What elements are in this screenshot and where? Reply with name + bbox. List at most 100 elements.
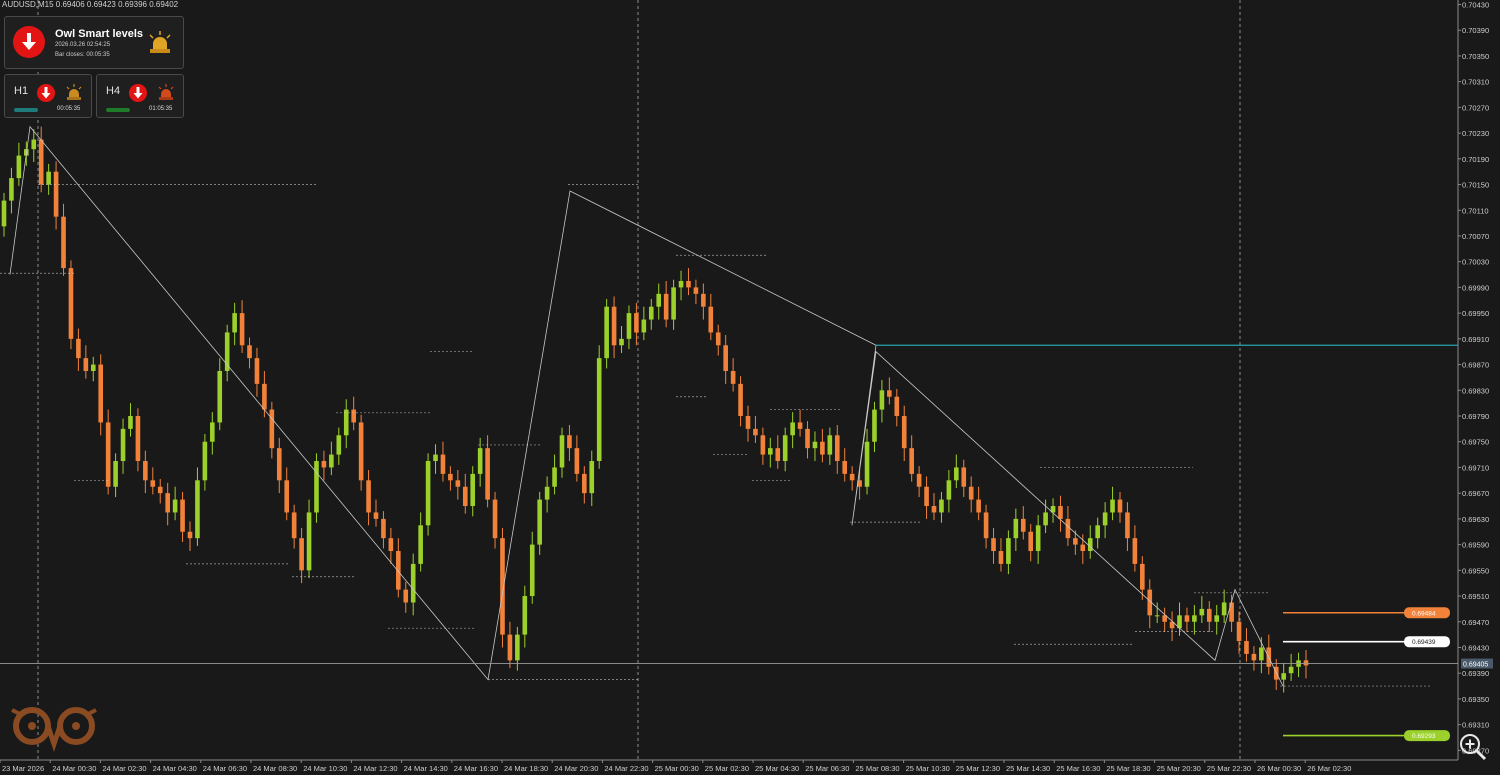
zoom-icon[interactable] — [1458, 732, 1488, 762]
candle-body — [1058, 506, 1063, 519]
candle-body — [812, 441, 818, 449]
y-tick-label: 0.69510 — [1462, 592, 1489, 601]
candle-body — [827, 435, 833, 455]
candle-body — [849, 473, 855, 481]
candle-body — [396, 551, 401, 590]
candle-body — [745, 416, 751, 429]
x-tick-label: 25 Mar 18:30 — [1106, 764, 1150, 773]
smart-level-label: 0.69439 — [1412, 639, 1436, 646]
x-tick-label: 24 Mar 12:30 — [353, 764, 397, 773]
x-tick-label: 24 Mar 00:30 — [52, 764, 96, 773]
x-tick-label: 25 Mar 02:30 — [705, 764, 749, 773]
timeframe-card-h4[interactable]: H4 01:05:35 — [96, 74, 184, 118]
candle-body — [931, 506, 937, 513]
x-tick-label: 26 Mar 00:30 — [1257, 764, 1301, 773]
direction-badge — [37, 84, 55, 102]
candle-body — [90, 364, 96, 371]
candle-body — [1303, 660, 1309, 666]
y-tick-label: 0.69790 — [1462, 412, 1489, 421]
x-tick-label: 24 Mar 02:30 — [102, 764, 146, 773]
down-arrow-icon — [133, 87, 143, 99]
candle-body — [1020, 518, 1026, 532]
candle-body — [1117, 499, 1123, 513]
x-tick-label: 24 Mar 22:30 — [604, 764, 648, 773]
y-tick-label: 0.70270 — [1462, 103, 1489, 112]
candle-body — [388, 538, 394, 552]
candle-body — [314, 461, 319, 513]
candle-body — [98, 364, 104, 423]
candle-body — [381, 518, 386, 539]
siren-icon[interactable] — [157, 84, 175, 102]
panel-title: Owl Smart levels — [55, 28, 144, 40]
candle-body — [269, 409, 275, 449]
candle-body — [544, 486, 550, 500]
candle-body — [485, 448, 490, 500]
y-tick-label: 0.69430 — [1462, 643, 1489, 652]
y-tick-label: 0.69710 — [1462, 463, 1489, 472]
candle-body — [299, 538, 304, 571]
candle-body — [477, 448, 483, 474]
candle-body — [1, 200, 7, 227]
candle-body — [232, 313, 237, 333]
progress-bar — [106, 108, 130, 112]
candle-body — [864, 441, 870, 487]
candle-body — [1206, 608, 1212, 622]
x-tick-label: 24 Mar 10:30 — [303, 764, 347, 773]
candle-body — [143, 461, 148, 481]
candle-body — [276, 448, 282, 481]
candle-body — [589, 461, 595, 494]
candle-body — [455, 480, 461, 487]
candle-body — [626, 313, 632, 339]
candle-body — [723, 345, 728, 371]
candle-body — [529, 544, 535, 597]
candle-body — [1154, 615, 1160, 617]
x-tick-label: 24 Mar 06:30 — [203, 764, 247, 773]
y-tick-label: 0.69310 — [1462, 721, 1489, 730]
candle-body — [410, 563, 416, 603]
candle-body — [1132, 538, 1138, 564]
candle-body — [113, 461, 118, 487]
candle-body — [686, 280, 691, 288]
candle-body — [507, 634, 513, 661]
smart-level-label: 0.69293 — [1412, 733, 1436, 740]
candle-body — [1140, 563, 1145, 590]
candle-body — [202, 441, 208, 481]
candle-body — [961, 467, 967, 487]
candle-body — [730, 370, 736, 384]
candle-body — [634, 313, 639, 333]
candle-body — [336, 435, 342, 455]
candle-body — [172, 499, 178, 513]
candle-body — [440, 454, 446, 474]
candle-body — [366, 480, 371, 513]
candle-body — [68, 268, 74, 339]
candle-body — [805, 428, 810, 449]
owl-smart-levels-panel[interactable]: Owl Smart levels 2026.03.26 02:54:25 Bar… — [4, 16, 184, 69]
candle-body — [574, 448, 580, 474]
candle-body — [210, 422, 215, 442]
candle-body — [552, 467, 557, 487]
y-tick-label: 0.69390 — [1462, 669, 1489, 678]
candle-body — [515, 634, 520, 661]
candle-body — [968, 486, 974, 500]
candle-body — [433, 454, 438, 462]
y-tick-label: 0.69590 — [1462, 541, 1489, 550]
candle-body — [61, 216, 66, 269]
timeframe-card-h1[interactable]: H1 00:05:35 — [4, 74, 92, 118]
candle-body — [887, 390, 892, 397]
siren-icon[interactable] — [147, 31, 173, 55]
x-tick-label: 25 Mar 04:30 — [755, 764, 799, 773]
siren-icon[interactable] — [65, 84, 83, 102]
x-tick-label: 24 Mar 14:30 — [404, 764, 448, 773]
current-price-label: 0.69405 — [1463, 662, 1488, 669]
y-tick-label: 0.70190 — [1462, 155, 1489, 164]
price-chart[interactable]: 0.70430 0.70390 0.70350 0.70310 0.70270 0.702… — [0, 0, 1500, 775]
candle-body — [656, 293, 662, 307]
candle-body — [678, 280, 684, 288]
y-tick-label: 0.69630 — [1462, 515, 1489, 524]
candle-body — [998, 551, 1004, 564]
candle-body — [537, 499, 542, 545]
candle-body — [16, 155, 22, 179]
candle-body — [790, 422, 795, 436]
candle-body — [1035, 525, 1041, 552]
candle-body — [901, 416, 907, 449]
